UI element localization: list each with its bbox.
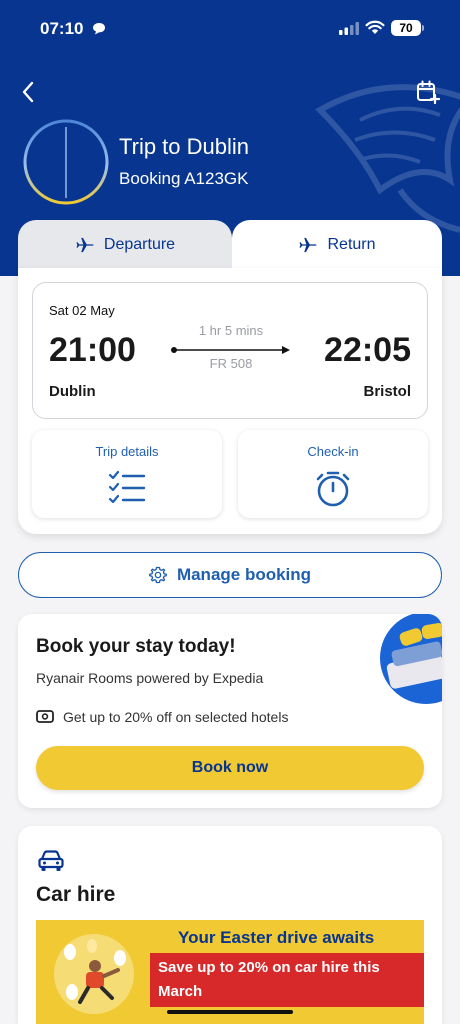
battery-tip <box>422 25 424 31</box>
flight-tabs: Departure Return <box>18 220 442 270</box>
booking-reference: Booking A123GK <box>119 169 249 188</box>
hotel-promo-title: Book your stay today! <box>36 636 236 657</box>
flight-date: Sat 02 May <box>49 303 115 318</box>
tab-return-label: Return <box>327 236 376 253</box>
book-now-button[interactable]: Book now <box>36 746 424 790</box>
departure-city: Dublin <box>49 383 96 400</box>
flight-duration: 1 hr 5 mins <box>198 323 264 338</box>
gear-icon <box>149 566 167 584</box>
home-indicator[interactable] <box>167 1010 293 1014</box>
signal-icon <box>339 22 359 35</box>
hotel-promo-card: Book your stay today! Ryanair Rooms powe… <box>18 614 442 808</box>
flight-card: Sat 02 May 21:00 1 hr 5 mins FR 508 22:0… <box>18 268 442 534</box>
hotel-promo-offer: Get up to 20% off on selected hotels <box>63 709 289 725</box>
check-in-button[interactable]: Check-in <box>238 430 428 518</box>
arrival-time: 22:05 <box>324 331 411 369</box>
airplane-icon <box>299 237 318 253</box>
hotel-bed-image <box>380 614 442 704</box>
manage-booking-button[interactable]: Manage booking <box>18 552 442 598</box>
check-in-label: Check-in <box>307 444 359 459</box>
back-arrow-icon <box>22 81 34 103</box>
wifi-icon <box>365 20 385 34</box>
trip-details-label: Trip details <box>95 444 159 459</box>
calendar-add-icon <box>417 80 440 104</box>
trip-title: Trip to Dublin <box>119 134 250 159</box>
chat-bubble-icon <box>93 23 105 35</box>
departure-time: 21:00 <box>49 331 136 369</box>
banner-offer-text: Save up to 20% on car hire this March <box>158 959 380 1000</box>
route-arrow-icon <box>171 346 290 354</box>
status-time: 07:10 <box>40 19 84 38</box>
add-to-calendar-button[interactable] <box>414 78 442 106</box>
flight-summary[interactable]: Sat 02 May 21:00 1 hr 5 mins FR 508 22:0… <box>32 282 428 419</box>
tab-departure[interactable]: Departure <box>18 220 232 270</box>
back-button[interactable] <box>14 78 42 106</box>
checklist-icon <box>108 470 146 504</box>
tab-return[interactable]: Return <box>232 220 442 270</box>
car-hire-title: Car hire <box>36 883 116 906</box>
banner-offer-box: Save up to 20% on car hire this March <box>150 953 424 1007</box>
trip-details-button[interactable]: Trip details <box>32 430 222 518</box>
flight-number: FR 508 <box>209 356 253 371</box>
easter-drive-illustration <box>54 934 134 1014</box>
stopwatch-icon <box>316 471 350 507</box>
battery-indicator: 70 <box>391 20 421 36</box>
car-hire-card: Car hire Your Easter drive awaits Save u… <box>18 826 442 1024</box>
manage-booking-label: Manage booking <box>176 565 312 584</box>
car-hire-banner[interactable]: Your Easter drive awaits Save up to 20% … <box>36 920 424 1024</box>
tab-departure-label: Departure <box>103 236 176 253</box>
cash-icon <box>36 710 54 723</box>
banner-headline: Your Easter drive awaits <box>178 928 375 947</box>
trip-progress-ring <box>23 119 109 205</box>
arrival-city: Bristol <box>363 383 411 400</box>
hotel-promo-subtitle: Ryanair Rooms powered by Expedia <box>36 670 264 686</box>
status-bar: 07:10 70 <box>0 0 460 56</box>
car-icon <box>38 850 64 871</box>
airplane-icon <box>76 237 94 253</box>
